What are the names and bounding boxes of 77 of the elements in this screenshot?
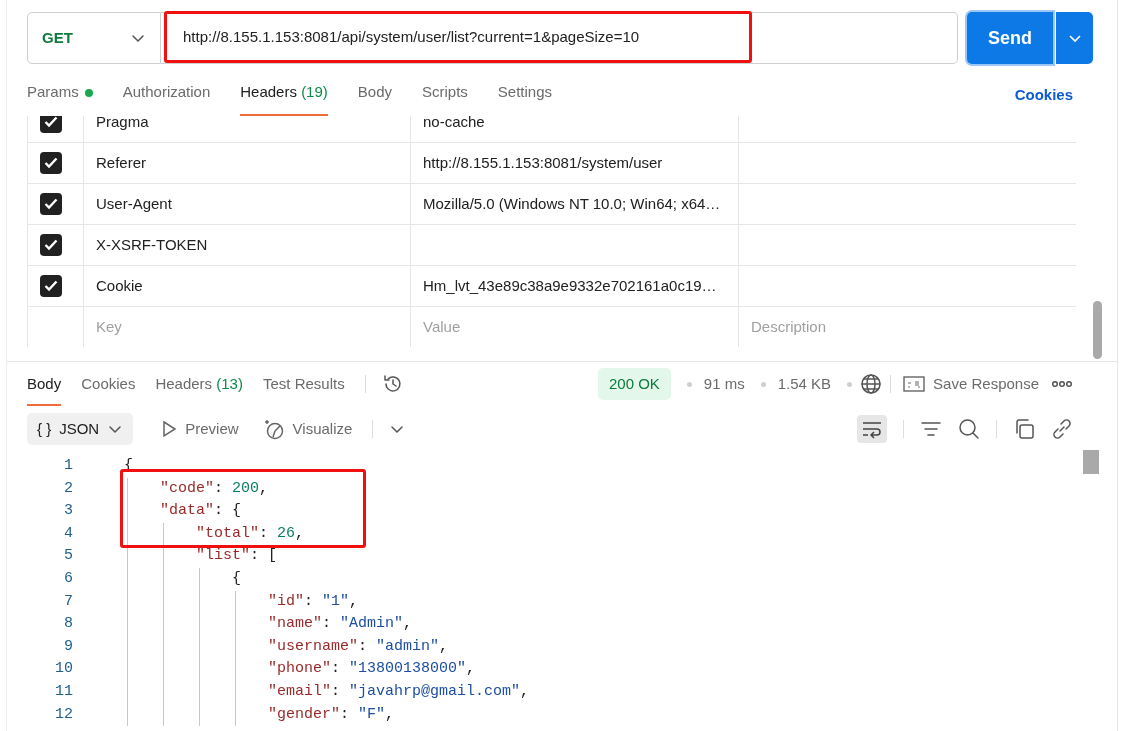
header-value: http://8.155.1.153:8081/system/user: [423, 153, 663, 171]
scrollbar-thumb[interactable]: [1093, 301, 1102, 359]
header-key: X-XSRF-TOKEN: [96, 235, 208, 253]
request-tab[interactable]: Headers (19): [240, 76, 328, 116]
line-number: 6: [63, 568, 73, 589]
globe-icon[interactable]: [860, 373, 883, 395]
checkbox[interactable]: [40, 116, 62, 133]
header-value: no-cache: [423, 116, 485, 130]
format-select[interactable]: { } JSON: [27, 413, 134, 445]
code-line: "email": "javahrp@gmail.com",: [268, 681, 530, 702]
code-line: "phone": "13800138000",: [268, 659, 476, 680]
response-time: 91 ms: [703, 373, 745, 394]
check-icon: [44, 239, 58, 251]
line-number: 12: [54, 704, 73, 725]
visualize-button[interactable]: Visualize: [258, 417, 357, 441]
code-line: "gender": "F",: [268, 704, 395, 725]
response-tab[interactable]: Body: [27, 370, 62, 406]
request-tab[interactable]: Scripts: [422, 76, 468, 116]
header-key: Referer: [96, 153, 147, 171]
line-number: 1: [63, 456, 73, 476]
line-number: 5: [63, 546, 73, 567]
scrollbar-thumb[interactable]: [1083, 450, 1099, 474]
checkbox[interactable]: [40, 234, 62, 256]
header-key: User-Agent: [96, 194, 172, 212]
wrap-lines-button[interactable]: [857, 415, 887, 443]
check-icon: [44, 198, 58, 210]
cookies-link[interactable]: Cookies: [1014, 83, 1073, 107]
line-number: 4: [63, 523, 73, 544]
checkbox[interactable]: [40, 193, 62, 215]
code-line: {: [232, 568, 241, 589]
request-tab[interactable]: Authorization: [122, 76, 211, 116]
response-tab[interactable]: Cookies: [81, 370, 136, 406]
play-icon: [161, 420, 178, 438]
code-line: "total": 26,: [196, 523, 305, 544]
request-tab[interactable]: Settings: [497, 76, 553, 116]
request-tab[interactable]: Body: [357, 76, 392, 116]
line-number: 10: [54, 659, 73, 680]
code-line: "username": "admin",: [268, 636, 449, 657]
save-response-button[interactable]: Save Response: [899, 372, 1043, 396]
response-tab[interactable]: Headers (13): [155, 370, 243, 406]
header-value: Hm_lvt_43e89c38a9e9332e702161a0c19…: [423, 276, 717, 294]
line-number: 3: [63, 501, 73, 522]
header-key: Cookie: [96, 276, 143, 294]
header-key: Pragma: [96, 116, 149, 130]
wrap-lines-icon: [861, 419, 883, 439]
more-icon[interactable]: [1051, 379, 1073, 389]
code-line: "code": 200,: [160, 478, 269, 499]
response-size: 1.54 KB: [777, 373, 832, 394]
line-number: 8: [63, 614, 73, 635]
example-icon: [903, 375, 926, 393]
filter-icon[interactable]: [920, 419, 942, 439]
code-line: "list": [: [196, 546, 278, 567]
sparkle-icon: [262, 418, 285, 440]
status-badge: 200 OK: [598, 367, 671, 401]
copy-icon[interactable]: [1013, 418, 1035, 440]
check-icon: [44, 116, 58, 128]
line-number: 9: [63, 636, 73, 657]
search-icon[interactable]: [958, 418, 980, 440]
line-number: 7: [63, 591, 73, 612]
request-tab[interactable]: Params: [27, 76, 93, 116]
history-icon[interactable]: [381, 373, 404, 395]
code-line: "id": "1",: [268, 591, 359, 612]
response-tab[interactable]: Test Results: [262, 370, 345, 406]
check-icon: [44, 157, 58, 169]
url-field[interactable]: http://8.155.1.153:8081/api/system/user/list?current=1&pageSize=10: [161, 12, 958, 64]
line-number: 11: [54, 681, 73, 702]
check-icon: [44, 280, 58, 292]
link-icon[interactable]: [1051, 418, 1073, 440]
preview-button[interactable]: Preview: [157, 417, 243, 441]
line-number: 2: [63, 478, 73, 499]
send-button[interactable]: Send: [967, 12, 1053, 64]
code-line: "data": {: [160, 501, 242, 522]
method-select[interactable]: GET: [27, 12, 161, 64]
checkbox[interactable]: [40, 152, 62, 174]
code-line: "name": "Admin",: [268, 614, 413, 635]
header-value: Mozilla/5.0 (Windows NT 10.0; Win64; x64…: [423, 194, 721, 212]
checkbox[interactable]: [40, 275, 62, 297]
